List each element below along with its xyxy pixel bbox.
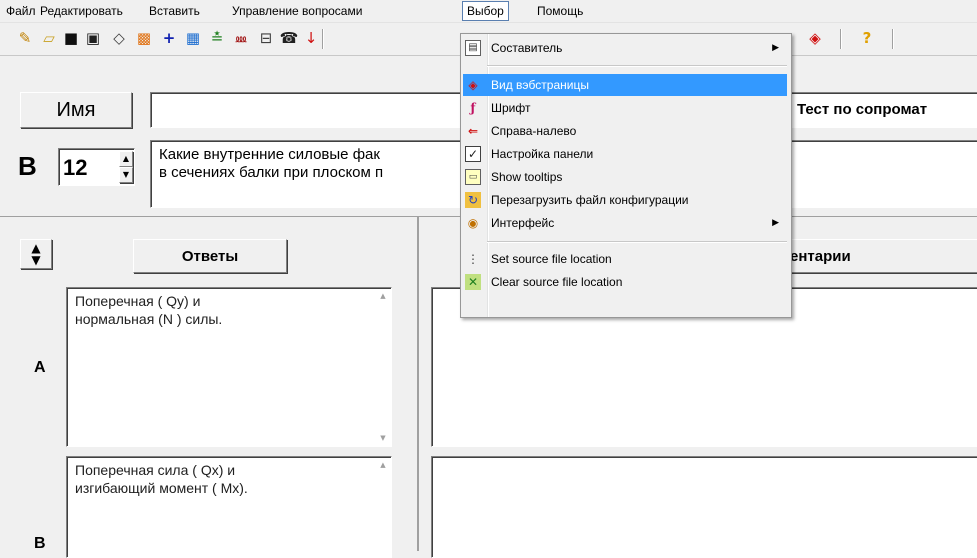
scroll-up-icon[interactable]: ▲ [377,461,389,469]
submenu-arrow-icon: ▶ [772,218,779,228]
test-title: Тест по сопромат [797,101,928,118]
toolbar-separator [840,29,842,49]
answer-text-line: изгибающий момент ( Mx). [75,480,248,496]
question-number-label: В [18,151,37,181]
menu-item-rtl[interactable]: ⇐ Справа-налево [463,120,787,142]
menu-questions[interactable]: Управление вопросами [228,3,366,19]
web-view-icon[interactable]: ◈ [804,27,826,49]
question-text-line: Какие внутренние силовые фак [159,146,380,163]
submenu-arrow-icon: ▶ [772,43,779,53]
answer-a-field[interactable]: Поперечная ( Qy) и нормальная (N ) силы.… [66,287,392,447]
help-icon[interactable]: ? [856,27,878,49]
menu-file[interactable]: Файл [2,3,40,19]
question-number-spinner[interactable]: 12 ▲ ▼ [58,148,135,186]
answers-header-button[interactable]: Ответы [133,239,287,273]
web-view-icon: ◈ [468,78,478,92]
arrow-down-icon: ▼ [31,253,41,267]
menu-item-label: Настройка панели [491,147,594,161]
menu-item-reload-config[interactable]: ↻ Перезагрузить файл конфигурации [463,189,787,211]
spin-up-button[interactable]: ▲ [119,151,133,167]
answer-letter: A [34,359,46,376]
menu-edit[interactable]: Редактировать [36,3,127,19]
print-icon[interactable]: ⊟ [255,27,277,49]
menu-item-label: Справа-налево [491,124,577,138]
interface-icon: ◉ [467,216,479,230]
reorder-button[interactable]: ▲ ▼ [20,239,52,269]
answer-b-field[interactable]: Поперечная сила ( Qx) и изгибающий момен… [66,456,392,558]
answer-text-line: Поперечная сила ( Qx) и [75,462,236,478]
menu-item-font[interactable]: ƒ Шрифт [463,97,787,119]
answer-text-line: Поперечная ( Qy) и [75,293,201,309]
eraser-icon[interactable]: ◇ [108,27,130,49]
open-folder-icon[interactable]: ▱ [38,27,60,49]
menu-bar: Файл Редактировать Вставить Управление в… [0,0,977,23]
rtl-icon: ⇐ [467,124,479,138]
font-icon: ƒ [470,101,476,115]
menu-item-composer[interactable]: ▤ Составитель ▶ [463,37,787,59]
source-location-icon: ⋮ [467,252,479,266]
panel-settings-icon: ✓ [465,146,481,162]
question-text-line: в сечениях балки при плоском п [159,164,384,181]
menu-item-label: Show tooltips [491,170,563,184]
answers-panel: ▲ ▼ Ответы A Поперечная ( Qy) и нормальн… [0,217,419,558]
menu-help[interactable]: Помощь [533,3,587,19]
toolbar-separator [892,29,894,49]
tooltip-icon: ▭ [465,169,481,185]
menu-item-panel-settings[interactable]: ✓ Настройка панели [463,143,787,165]
phone-icon[interactable]: ☎ [278,27,300,49]
pattern-icon[interactable]: ▦ [182,27,204,49]
save-icon[interactable]: ■ [60,27,82,49]
answer-letter: B [34,535,46,552]
menu-item-label: Шрифт [491,101,531,115]
frame-icon[interactable]: ▩ [133,27,155,49]
scroll-down-icon[interactable]: ▼ [377,434,389,442]
comments-header-button[interactable]: ентарии [779,239,977,273]
menu-item-web-view[interactable]: ◈ Вид вэбстраницы [463,74,787,96]
comments-header: ентарии [790,247,851,265]
scroll-up-icon[interactable]: ▲ [377,292,389,300]
menu-item-label: Set source file location [491,252,612,266]
answer-text-line: нормальная (N ) силы. [75,311,223,327]
name-label: Имя [56,98,96,121]
sort-icon[interactable]: ≛ [206,27,228,49]
question-number-value: 12 [63,155,88,180]
answers-header: Ответы [181,247,239,265]
name-button[interactable]: Имя [20,92,132,128]
menu-item-label: Составитель [491,41,563,55]
score-icon[interactable]: ⅏ [230,27,252,49]
menu-separator [487,241,787,243]
toolbar-separator [322,29,324,49]
new-file-icon[interactable]: ✎ [14,27,36,49]
menu-separator [487,65,787,67]
menu-item-label: Вид вэбстраницы [491,78,589,92]
add-icon[interactable]: + [158,27,180,49]
menu-item-label: Clear source file location [491,275,623,289]
menu-item-label: Перезагрузить файл конфигурации [491,193,689,207]
spin-down-button[interactable]: ▼ [119,167,133,183]
menu-item-clear-source[interactable]: ✕ Clear source file location [463,271,787,293]
save-as-icon[interactable]: ▣ [82,27,104,49]
arrow-down-icon[interactable]: ↓ [300,27,322,49]
menu-insert[interactable]: Вставить [145,3,204,19]
menu-item-set-source[interactable]: ⋮ Set source file location [463,248,787,270]
comment-b-field[interactable] [431,456,977,558]
select-menu-dropdown: ▤ Составитель ▶ ◈ Вид вэбстраницы ƒ Шриф… [460,33,792,318]
clear-location-icon: ✕ [465,274,481,290]
menu-item-show-tooltips[interactable]: ▭ Show tooltips [463,166,787,188]
menu-item-interface[interactable]: ◉ Интерфейс ▶ [463,212,787,234]
composer-icon: ▤ [465,40,481,56]
menu-item-label: Интерфейс [491,216,555,230]
menu-select[interactable]: Выбор [462,1,509,21]
reload-config-icon: ↻ [465,192,481,208]
